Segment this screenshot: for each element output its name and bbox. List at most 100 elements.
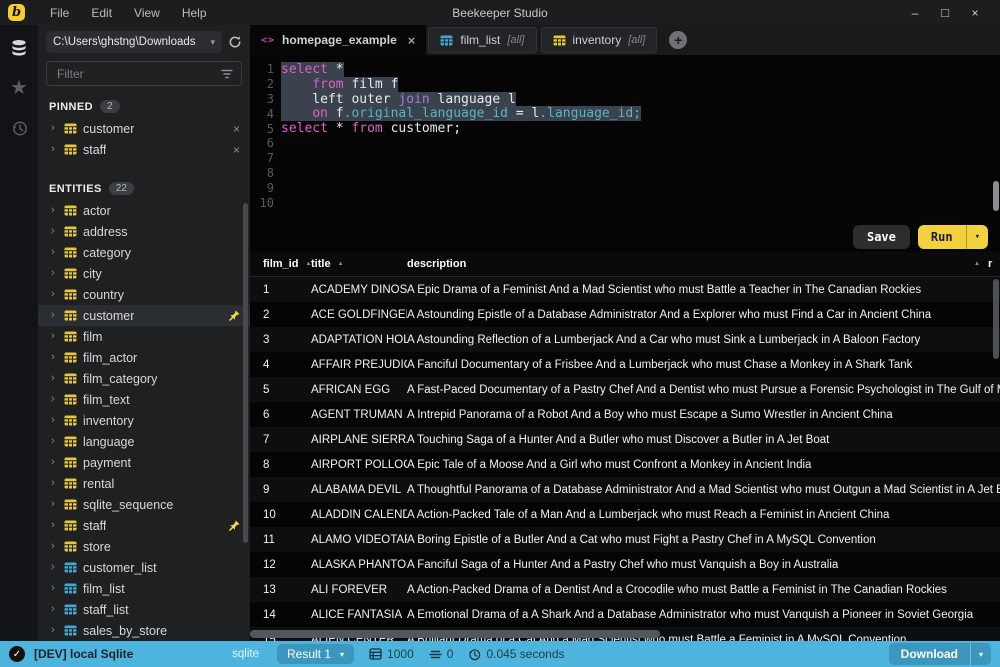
chevron-right-icon[interactable]: › [51,457,58,468]
table-row[interactable]: 3ADAPTATION HOLESA Astounding Reflection… [250,327,1000,352]
chevron-right-icon[interactable]: › [51,436,58,447]
code-text[interactable]: select * [281,62,344,77]
chevron-right-icon[interactable]: › [51,583,58,594]
code-text[interactable]: left outer join language l [281,92,516,107]
chevron-right-icon[interactable]: › [51,247,58,258]
database-icon[interactable] [0,28,38,68]
sql-editor[interactable]: 1select *2 from film f3 left outer join … [250,55,1000,252]
chevron-right-icon[interactable]: › [51,289,58,300]
unpin-icon[interactable]: × [233,122,240,136]
column-header-film-id[interactable]: film_id ▲ [250,258,311,270]
unpin-icon[interactable]: × [233,143,240,157]
sidebar-item-film_actor[interactable]: ›film_actor [38,347,250,368]
table-row[interactable]: 13ALI FOREVERA Action-Packed Drama of a … [250,577,1000,602]
table-row[interactable]: 6AGENT TRUMANA Intrepid Panorama of a Ro… [250,402,1000,427]
menu-view[interactable]: View [123,6,171,20]
editor-scrollbar[interactable] [993,181,999,211]
sidebar-item-film_category[interactable]: ›film_category [38,368,250,389]
sidebar-item-actor[interactable]: ›actor [38,200,250,221]
sidebar-item-payment[interactable]: ›payment [38,452,250,473]
sidebar-item-staff_list[interactable]: ›staff_list [38,599,250,620]
close-button[interactable]: × [960,6,990,20]
sidebar-item-film_text[interactable]: ›film_text [38,389,250,410]
tab-homepage_example[interactable]: <>homepage_example× [250,25,426,55]
table-row[interactable]: 1ACADEMY DINOSAURA Epic Drama of a Femin… [250,277,1000,302]
chevron-right-icon[interactable]: › [51,394,58,405]
table-row[interactable]: 12ALASKA PHANTOMA Fanciful Saga of a Hun… [250,552,1000,577]
pinned-item-customer[interactable]: ›customer× [38,118,250,139]
sidebar-item-address[interactable]: ›address [38,221,250,242]
chevron-right-icon[interactable]: › [51,373,58,384]
chevron-right-icon[interactable]: › [51,331,58,342]
history-icon[interactable] [0,108,38,148]
code-text[interactable]: select * from customer; [281,121,461,136]
table-row[interactable]: 7AIRPLANE SIERRAA Touching Saga of a Hun… [250,427,1000,452]
menu-file[interactable]: File [39,6,80,20]
connection-selector[interactable]: C:\Users\ghstng\Downloads ▾ [46,31,222,53]
chevron-right-icon[interactable]: › [51,625,58,636]
sidebar-item-staff[interactable]: ›staff [38,515,250,536]
refresh-icon[interactable] [228,35,242,49]
sidebar-item-inventory[interactable]: ›inventory [38,410,250,431]
maximize-button[interactable]: □ [930,5,960,20]
sidebar-item-city[interactable]: ›city [38,263,250,284]
table-row[interactable]: 5AFRICAN EGGA Fast-Paced Documentary of … [250,377,1000,402]
table-row[interactable]: 4AFFAIR PREJUDICEA Fanciful Documentary … [250,352,1000,377]
sidebar-item-film_list[interactable]: ›film_list [38,578,250,599]
sidebar-scrollbar[interactable] [243,203,248,543]
chevron-right-icon[interactable]: › [51,205,58,216]
chevron-right-icon[interactable]: › [51,123,58,134]
vertical-scrollbar[interactable] [993,279,999,359]
sidebar-item-category[interactable]: ›category [38,242,250,263]
chevron-right-icon[interactable]: › [51,499,58,510]
chevron-right-icon[interactable]: › [51,226,58,237]
chevron-right-icon[interactable]: › [51,144,58,155]
horizontal-scrollbar[interactable] [250,630,660,638]
tab-inventory[interactable]: inventory[all] [541,27,658,53]
sidebar-item-rental[interactable]: ›rental [38,473,250,494]
column-header-description[interactable]: description ▲ [407,258,988,270]
close-icon[interactable]: × [408,33,416,48]
filter-icon[interactable] [221,69,233,79]
sidebar-item-store[interactable]: ›store [38,536,250,557]
code-text[interactable]: on f.original_language_id = l.language_i… [281,106,641,121]
new-tab-button[interactable]: + [669,31,687,49]
table-row[interactable]: 9ALABAMA DEVILA Thoughtful Panorama of a… [250,477,1000,502]
chevron-right-icon[interactable]: › [51,541,58,552]
run-button[interactable]: Run ▾ [918,225,988,249]
sidebar-item-customer_list[interactable]: ›customer_list [38,557,250,578]
chevron-right-icon[interactable]: › [51,310,58,321]
result-selector-button[interactable]: Result 1 ▾ [277,644,354,664]
chevron-right-icon[interactable]: › [51,415,58,426]
chevron-right-icon[interactable]: › [51,520,58,531]
code-text[interactable]: from film f [281,77,398,92]
download-options-caret[interactable]: ▾ [971,643,991,665]
sidebar-item-country[interactable]: ›country [38,284,250,305]
sidebar-item-language[interactable]: ›language [38,431,250,452]
table-row[interactable]: 11ALAMO VIDEOTAPEA Boring Epistle of a B… [250,527,1000,552]
status-connection[interactable]: ✓ [DEV] local Sqlite sqlite [0,641,268,667]
menu-help[interactable]: Help [171,6,218,20]
sidebar-item-film[interactable]: ›film [38,326,250,347]
pinned-item-staff[interactable]: ›staff× [38,139,250,160]
table-row[interactable]: 14ALICE FANTASIAA Emotional Drama of a A… [250,602,1000,627]
table-row[interactable]: 8AIRPORT POLLOCKA Epic Tale of a Moose A… [250,452,1000,477]
tab-film_list[interactable]: film_list[all] [428,27,536,53]
table-row[interactable]: 10ALADDIN CALENDARA Action-Packed Tale o… [250,502,1000,527]
run-options-caret[interactable]: ▾ [967,225,988,249]
download-button[interactable]: Download ▾ [889,643,991,665]
sidebar-item-customer[interactable]: ›customer [38,305,250,326]
filter-input[interactable] [55,66,215,82]
chevron-right-icon[interactable]: › [51,352,58,363]
chevron-right-icon[interactable]: › [51,478,58,489]
chevron-right-icon[interactable]: › [51,268,58,279]
chevron-right-icon[interactable]: › [51,604,58,615]
sidebar-item-sqlite_sequence[interactable]: ›sqlite_sequence [38,494,250,515]
table-row[interactable]: 2ACE GOLDFINGERA Astounding Epistle of a… [250,302,1000,327]
save-button[interactable]: Save [853,225,910,249]
star-icon[interactable]: ★ [0,68,38,108]
column-header-truncated[interactable]: r [988,258,1000,270]
minimize-button[interactable]: – [900,6,930,20]
menu-edit[interactable]: Edit [80,6,123,20]
column-header-title[interactable]: title ▲ [311,258,407,270]
